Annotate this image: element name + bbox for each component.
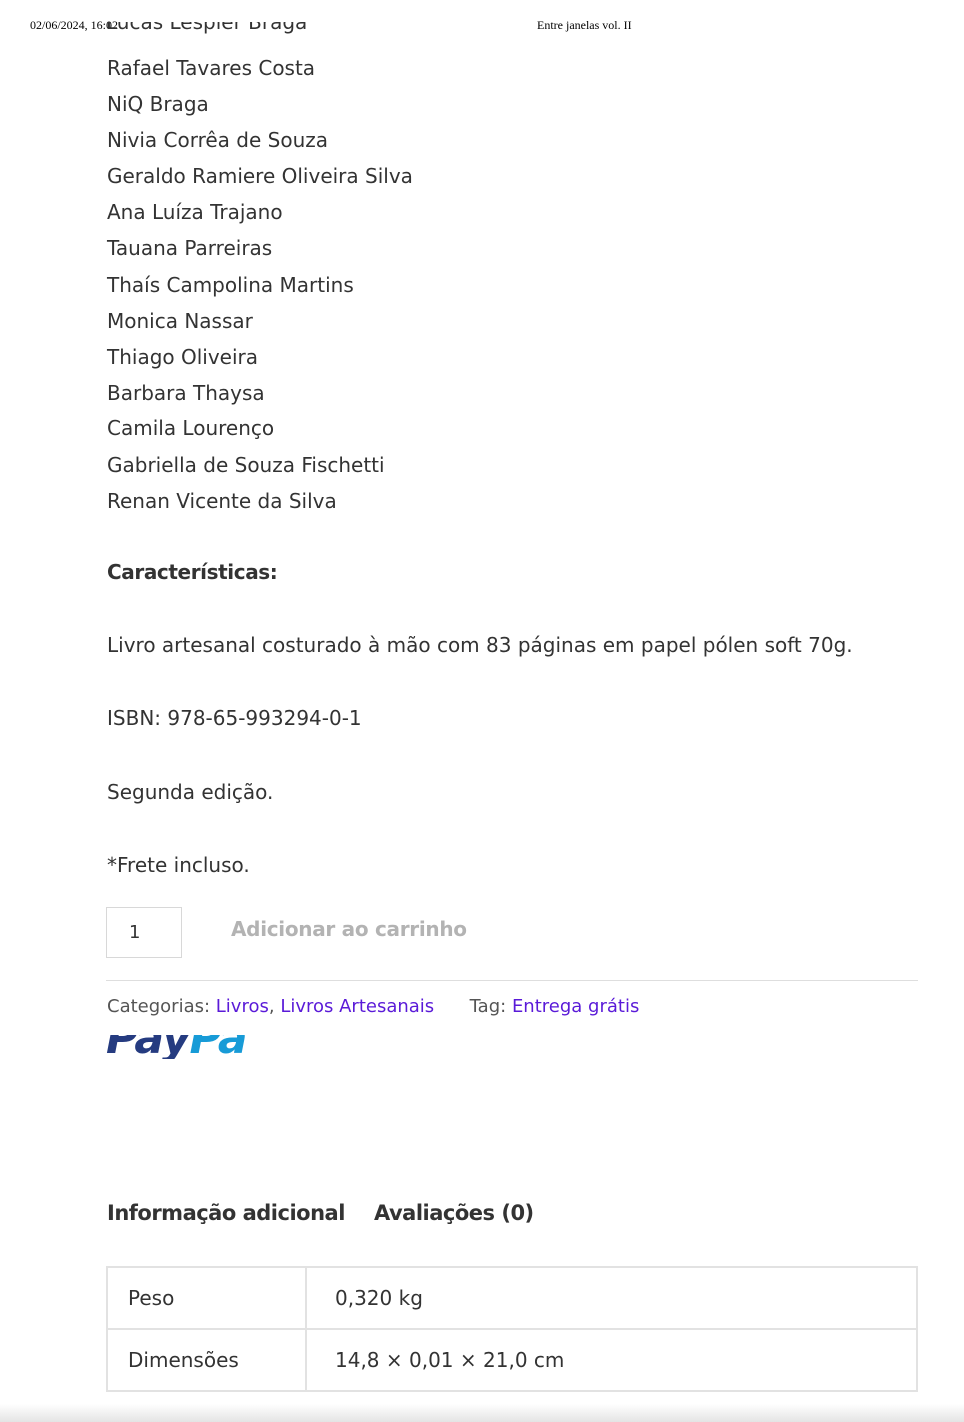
tab-additional-information[interactable]: Informação adicional [107,1201,345,1225]
book-description: Livro artesanal costurado à mão com 83 p… [107,633,853,657]
attribute-value: 14,8 × 0,01 × 21,0 cm [305,1328,918,1392]
quantity-input[interactable] [106,907,182,958]
characteristics-heading: Características: [107,560,278,584]
paypal-logo-pal: Pal [189,1035,246,1059]
page-edge-shadow [0,1404,964,1422]
clipped-name-line: Lucas Lespier Braga [106,22,306,44]
author-name: Ana Luíza Trajano [107,200,283,224]
tab-reviews[interactable]: Avaliações (0) [374,1201,534,1225]
product-meta: Categorias: Livros, Livros Artesanais Ta… [107,996,640,1017]
attribute-value: 0,320 kg [305,1266,918,1330]
divider [106,980,918,981]
author-name: Gabriella de Souza Fischetti [107,453,385,477]
author-name: Monica Nassar [107,309,253,333]
add-to-cart-button[interactable]: Adicionar ao carrinho [231,917,467,941]
author-name: Renan Vicente da Silva [107,489,337,513]
isbn-text: ISBN: 978-65-993294-0-1 [107,706,362,730]
author-name: Thiago Oliveira [107,345,259,369]
table-row: Dimensões 14,8 × 0,01 × 21,0 cm [106,1328,918,1392]
print-document-title: Entre janelas vol. II [537,18,632,32]
category-link-livros-artesanais[interactable]: Livros Artesanais [280,996,434,1017]
category-link-livros[interactable]: Livros [216,996,269,1017]
tag-link-entrega-gratis[interactable]: Entrega grátis [512,996,639,1017]
author-name: Barbara Thaysa [107,381,265,405]
clipped-name-text: Lucas Lespier Braga [106,22,306,34]
author-name: Geraldo Ramiere Oliveira Silva [107,164,413,188]
shipping-note: *Frete incluso. [107,853,250,877]
author-name: Tauana Parreiras [107,236,273,260]
print-date: 02/06/2024, 16:02 [30,18,119,32]
attribute-key: Dimensões [106,1328,307,1392]
categories-label: Categorias: [107,996,211,1017]
tag-label: Tag: [469,996,507,1017]
product-tabs: Informação adicional Avaliações (0) [107,1201,558,1225]
attributes-table: Peso 0,320 kg Dimensões 14,8 × 0,01 × 21… [106,1266,918,1392]
author-name: NiQ Braga [107,92,209,116]
author-name: Thaís Campolina Martins [107,273,354,297]
author-name: Rafael Tavares Costa [107,56,316,80]
author-name: Camila Lourenço [107,416,275,440]
attribute-key: Peso [106,1266,307,1330]
table-row: Peso 0,320 kg [106,1266,918,1330]
author-name: Nivia Corrêa de Souza [107,128,329,152]
paypal-logo: PayPal [106,1035,246,1059]
paypal-logo-pay: Pay [106,1035,190,1059]
edition-text: Segunda edição. [107,780,274,804]
